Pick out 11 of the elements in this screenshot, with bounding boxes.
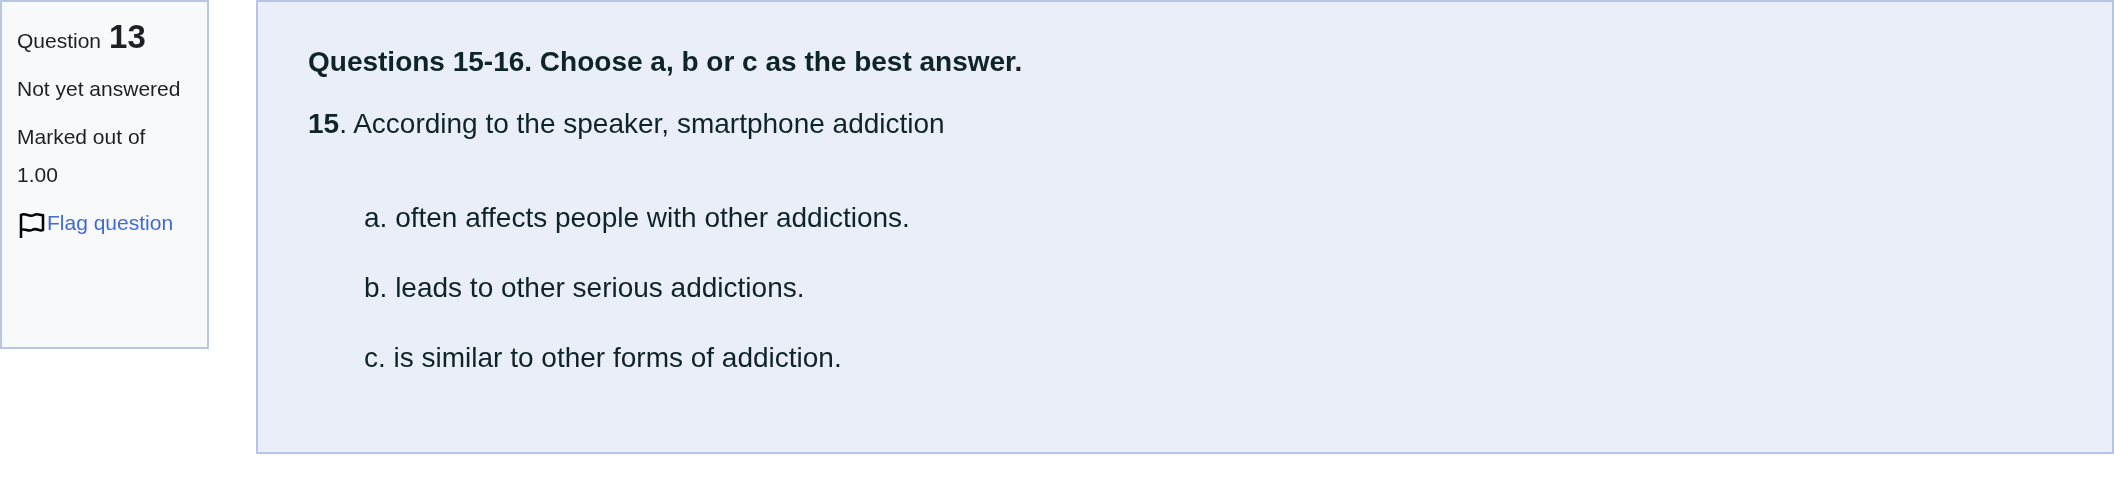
question-label: Question [17,28,102,54]
question-text: 15. According to the speaker, smartphone addiction [308,107,946,141]
question-number: 13 [109,18,146,56]
answer-option[interactable]: c. is similar to other forms of addiction. [364,336,2062,380]
instructions-text: Questions 15-16. Choose a, b or c as the best answer. [308,45,1024,79]
answer-option[interactable]: a. often affects people with other addictions. [364,196,2062,240]
marks-text: Marked out of 1.00 [17,124,147,188]
flag-icon[interactable] [17,210,47,240]
answer-option[interactable]: b. leads to other serious addictions. [364,266,2062,310]
flag-question-link[interactable]: Flag question [47,204,174,242]
question-status: Not yet answered [17,76,182,102]
